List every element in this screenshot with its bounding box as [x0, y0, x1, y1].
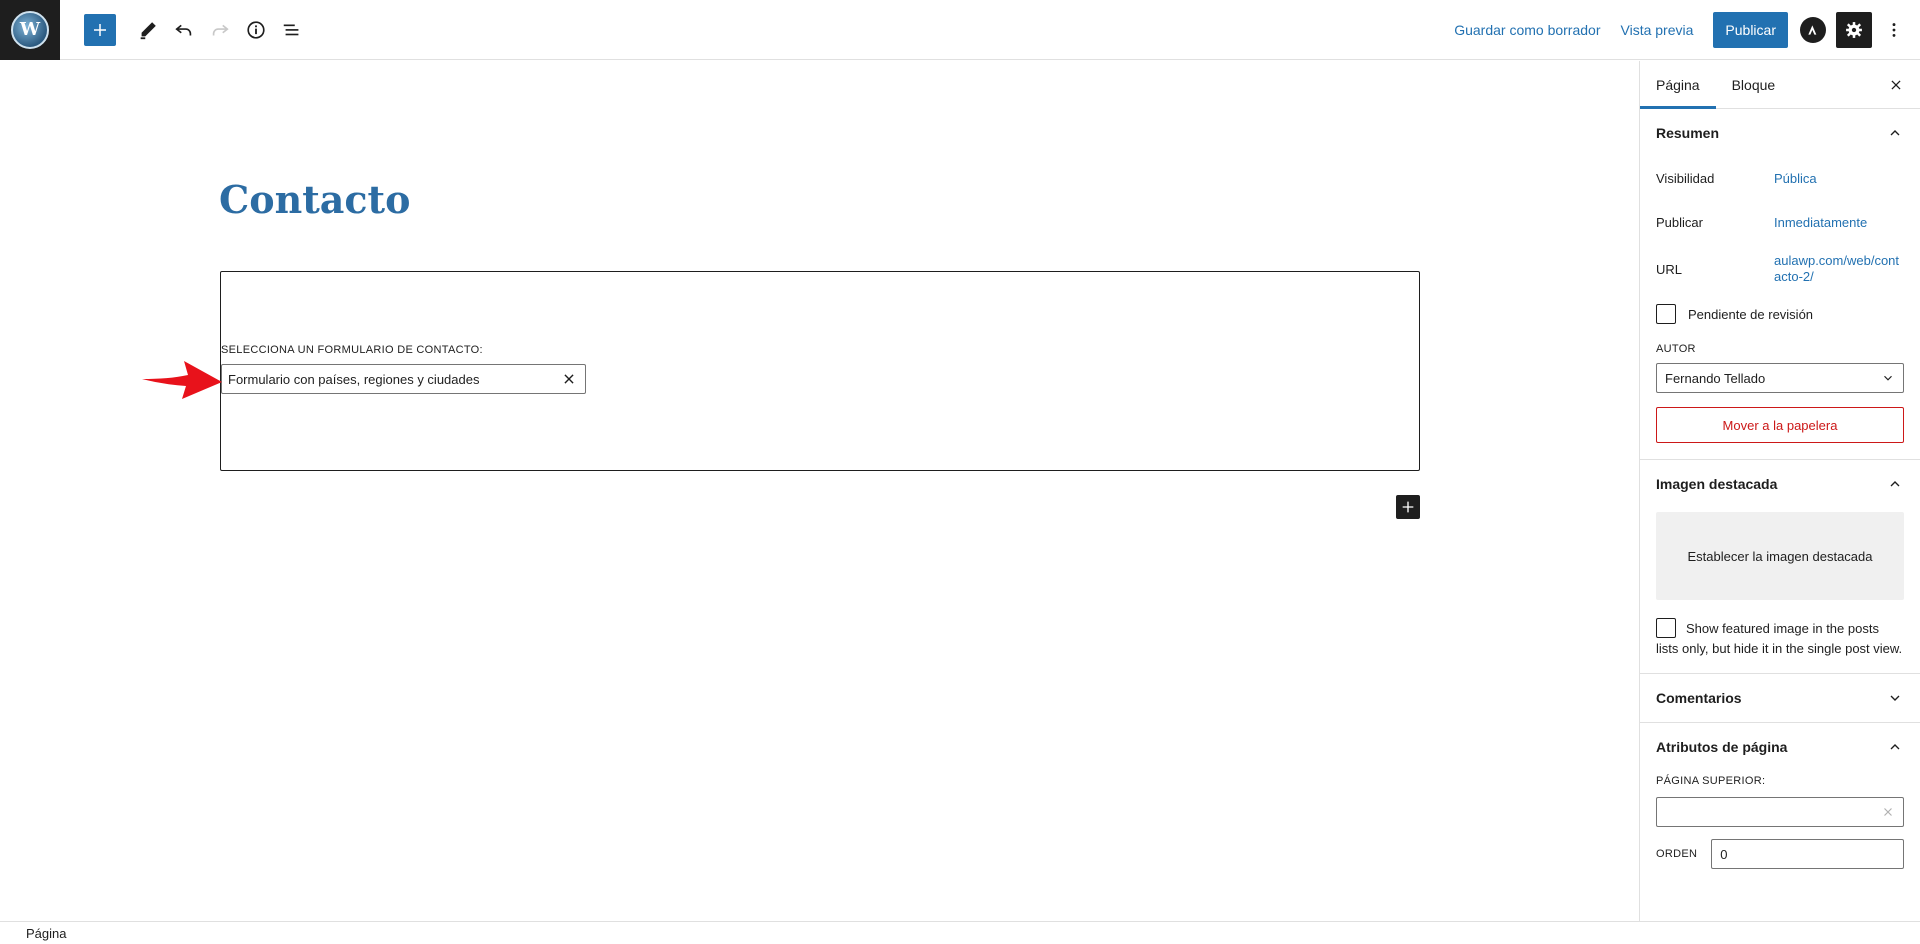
publish-date-row: Publicar Inmediatamente — [1640, 207, 1920, 237]
editor-toolbar: W Guardar como borrador Vista previa Pub… — [0, 0, 1920, 60]
contact-form-select-label: SELECCIONA UN FORMULARIO DE CONTACTO: — [221, 344, 483, 356]
comments-panel-title: Comentarios — [1656, 690, 1742, 706]
editor-canvas: Contacto SELECCIONA UN FORMULARIO DE CON… — [0, 61, 1639, 921]
set-featured-image-button[interactable]: Establecer la imagen destacada — [1656, 512, 1904, 600]
chevron-up-icon — [1886, 124, 1904, 142]
tools-button[interactable] — [130, 12, 166, 48]
undo-icon — [175, 24, 192, 35]
info-icon — [247, 20, 265, 39]
featured-image-panel: Imagen destacada Establecer la imagen de… — [1640, 460, 1920, 674]
author-select[interactable]: Fernando Tellado — [1656, 363, 1904, 393]
clear-icon[interactable] — [1881, 805, 1895, 819]
close-sidebar-button[interactable] — [1886, 75, 1906, 95]
publish-date-toggle[interactable]: Inmediatamente — [1774, 215, 1867, 230]
contact-form-selected-value: Formulario con países, regiones y ciudad… — [228, 371, 480, 387]
url-toggle[interactable]: aulawp.com/web/contacto-2/ — [1774, 253, 1902, 285]
save-draft-button[interactable]: Guardar como borrador — [1454, 22, 1600, 38]
settings-gear-icon — [1846, 22, 1862, 38]
contact-form-select[interactable]: Formulario con países, regiones y ciudad… — [221, 364, 586, 394]
summary-panel-toggle[interactable]: Resumen — [1640, 109, 1920, 157]
chevron-up-icon — [1886, 738, 1904, 756]
pending-review-row: Pendiente de revisión — [1640, 301, 1920, 327]
comments-panel: Comentarios — [1640, 674, 1920, 723]
tab-page[interactable]: Página — [1640, 61, 1716, 109]
add-block-button[interactable] — [84, 13, 116, 46]
settings-button[interactable] — [1836, 12, 1872, 48]
list-view-icon — [283, 24, 299, 35]
chevron-down-icon — [1886, 689, 1904, 707]
show-featured-image-checkbox[interactable] — [1656, 618, 1676, 638]
more-options-button[interactable] — [1876, 12, 1912, 48]
toolbar-actions: Guardar como borrador Vista previa Publi… — [1454, 0, 1920, 60]
author-selected-value: Fernando Tellado — [1665, 370, 1766, 386]
editor-app: W Guardar como borrador Vista previa Pub… — [0, 0, 1920, 944]
visibility-row: Visibilidad Pública — [1640, 163, 1920, 193]
site-icon: W — [11, 10, 49, 49]
plus-icon — [1402, 501, 1414, 513]
undo-button[interactable] — [166, 12, 202, 48]
visibility-toggle[interactable]: Pública — [1774, 171, 1817, 186]
chevron-up-icon — [1886, 475, 1904, 493]
move-to-trash-button[interactable]: Mover a la papelera — [1656, 407, 1904, 443]
visibility-label: Visibilidad — [1656, 170, 1715, 186]
wordpress-logo[interactable]: W — [0, 0, 60, 60]
astra-settings-button[interactable] — [1800, 17, 1826, 43]
pending-review-checkbox[interactable] — [1656, 304, 1676, 324]
url-label: URL — [1656, 261, 1683, 277]
more-options-icon — [1892, 23, 1896, 37]
author-label: AUTOR — [1656, 343, 1696, 355]
redo-button[interactable] — [202, 12, 238, 48]
summary-panel-title: Resumen — [1656, 125, 1720, 141]
clear-selection-button[interactable] — [561, 371, 577, 387]
settings-sidebar: Página Bloque Resumen Visibilidad Públic… — [1639, 61, 1920, 921]
order-row: ORDEN 0 — [1640, 839, 1920, 869]
red-arrow-annotation-icon — [142, 361, 222, 399]
redo-icon — [212, 24, 229, 35]
page-attributes-panel: Atributos de página PÁGINA SUPERIOR: ORD… — [1640, 723, 1920, 869]
page-title[interactable]: Contacto — [219, 177, 410, 222]
show-featured-image-label: Show featured image in the posts lists o… — [1656, 621, 1903, 656]
tab-block[interactable]: Bloque — [1716, 61, 1792, 109]
pending-review-label: Pendiente de revisión — [1688, 306, 1814, 322]
comments-panel-toggle[interactable]: Comentarios — [1640, 674, 1920, 722]
block-breadcrumb: Página — [0, 921, 1920, 944]
astra-icon — [1808, 25, 1817, 35]
order-label: ORDEN — [1656, 848, 1698, 860]
sidebar-tabs: Página Bloque — [1640, 61, 1920, 109]
page-attributes-panel-toggle[interactable]: Atributos de página — [1640, 723, 1920, 771]
close-icon — [564, 374, 574, 384]
block-appender-button[interactable] — [1396, 495, 1420, 519]
edit-pencil-icon — [140, 21, 156, 39]
parent-page-label: PÁGINA SUPERIOR: — [1656, 775, 1766, 787]
summary-panel: Resumen Visibilidad Pública Publicar Inm… — [1640, 109, 1920, 460]
publish-button[interactable]: Publicar — [1713, 12, 1788, 48]
page-attributes-panel-title: Atributos de página — [1656, 739, 1788, 755]
publish-date-label: Publicar — [1656, 214, 1703, 230]
parent-page-input[interactable] — [1656, 797, 1904, 827]
contact-form-block[interactable]: SELECCIONA UN FORMULARIO DE CONTACTO: Fo… — [220, 271, 1420, 471]
url-row: URL aulawp.com/web/contacto-2/ — [1640, 249, 1920, 289]
close-icon — [1891, 80, 1901, 90]
preview-button[interactable]: Vista previa — [1621, 22, 1694, 38]
breadcrumb-item-page[interactable]: Página — [26, 926, 66, 941]
add-block-icon — [94, 23, 106, 36]
details-button[interactable] — [238, 12, 274, 48]
order-input[interactable]: 0 — [1711, 839, 1904, 869]
list-view-button[interactable] — [274, 12, 310, 48]
featured-image-panel-toggle[interactable]: Imagen destacada — [1640, 460, 1920, 508]
chevron-down-icon — [1884, 375, 1892, 381]
featured-image-option: Show featured image in the posts lists o… — [1640, 618, 1920, 659]
featured-image-panel-title: Imagen destacada — [1656, 476, 1778, 492]
